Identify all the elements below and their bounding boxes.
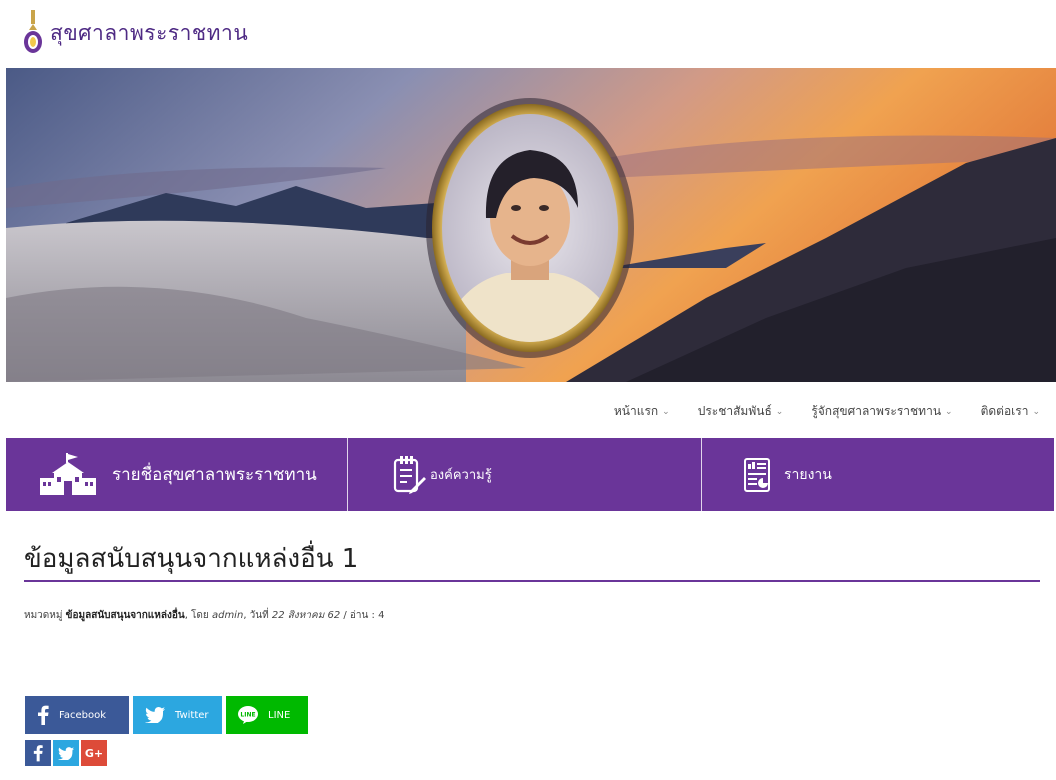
twitter-mini-button[interactable]	[53, 740, 79, 766]
article-meta: หมวดหมู่ ข้อมูลสนับสนุนจากแหล่งอื่น, โดย…	[24, 610, 385, 621]
facebook-icon	[33, 745, 43, 762]
nav-item-contact[interactable]: ติดต่อเรา ⌄	[981, 402, 1040, 421]
nav-item-about[interactable]: รู้จักสุขศาลาพระราชทาน ⌄	[811, 402, 952, 421]
title-divider	[24, 580, 1040, 582]
main-nav: หน้าแรก ⌄ ประชาสัมพันธ์ ⌄ รู้จักสุขศาลาพ…	[614, 402, 1040, 421]
lotus-emblem-icon	[24, 10, 42, 53]
quick-link-clinic-list[interactable]: รายชื่อสุขศาลาพระราชทาน	[6, 438, 348, 511]
post-date: 22 สิงหาคม 62	[271, 610, 341, 621]
google-plus-icon: G+	[84, 746, 104, 760]
page-title: ข้อมูลสนับสนุนจากแหล่งอื่น 1	[24, 544, 359, 574]
twitter-icon	[58, 746, 74, 760]
category-link[interactable]: ข้อมูลสนับสนุนจากแหล่งอื่น	[66, 610, 185, 621]
site-title: สุขศาลาพระราชทาน	[50, 20, 249, 45]
read-count: 4	[378, 610, 385, 621]
line-share-button[interactable]: LINE LINE	[226, 696, 308, 734]
hero-banner	[6, 68, 1056, 382]
svg-text:LINE: LINE	[240, 712, 255, 719]
quick-link-label: รายชื่อสุขศาลาพระราชทาน	[112, 465, 317, 485]
nav-item-home[interactable]: หน้าแรก ⌄	[614, 402, 670, 421]
site-logo[interactable]: สุขศาลาพระราชทาน	[22, 10, 248, 56]
notepad-pencil-icon	[393, 455, 426, 494]
google-plus-mini-button[interactable]: G+	[81, 740, 107, 766]
quick-link-report[interactable]: รายงาน	[702, 438, 1056, 511]
quick-links-bar: รายชื่อสุขศาลาพระราชทาน องค์ความรู้ รายง…	[6, 438, 1056, 511]
quick-link-label: รายงาน	[784, 466, 832, 483]
report-chart-icon	[744, 457, 770, 492]
twitter-share-button[interactable]: Twitter	[133, 696, 222, 734]
chevron-down-icon: ⌄	[775, 406, 784, 417]
author-name: admin	[211, 610, 244, 621]
chevron-down-icon: ⌄	[945, 406, 953, 417]
school-building-icon	[40, 452, 96, 495]
facebook-share-button[interactable]: Facebook	[25, 696, 129, 734]
quick-link-label: องค์ความรู้	[430, 468, 492, 483]
line-icon: LINE	[238, 706, 258, 724]
nav-item-news[interactable]: ประชาสัมพันธ์ ⌄	[698, 402, 784, 421]
share-buttons: Facebook Twitter LINE LINE	[25, 696, 308, 734]
mini-share-buttons: G+	[25, 740, 107, 766]
facebook-mini-button[interactable]	[25, 740, 51, 766]
chevron-down-icon: ⌄	[1032, 406, 1040, 417]
twitter-icon	[145, 707, 165, 723]
header: สุขศาลาพระราชทาน	[0, 0, 1056, 68]
chevron-down-icon: ⌄	[662, 406, 670, 417]
facebook-icon	[38, 705, 49, 725]
quick-link-knowledge[interactable]: องค์ความรู้	[348, 438, 702, 511]
